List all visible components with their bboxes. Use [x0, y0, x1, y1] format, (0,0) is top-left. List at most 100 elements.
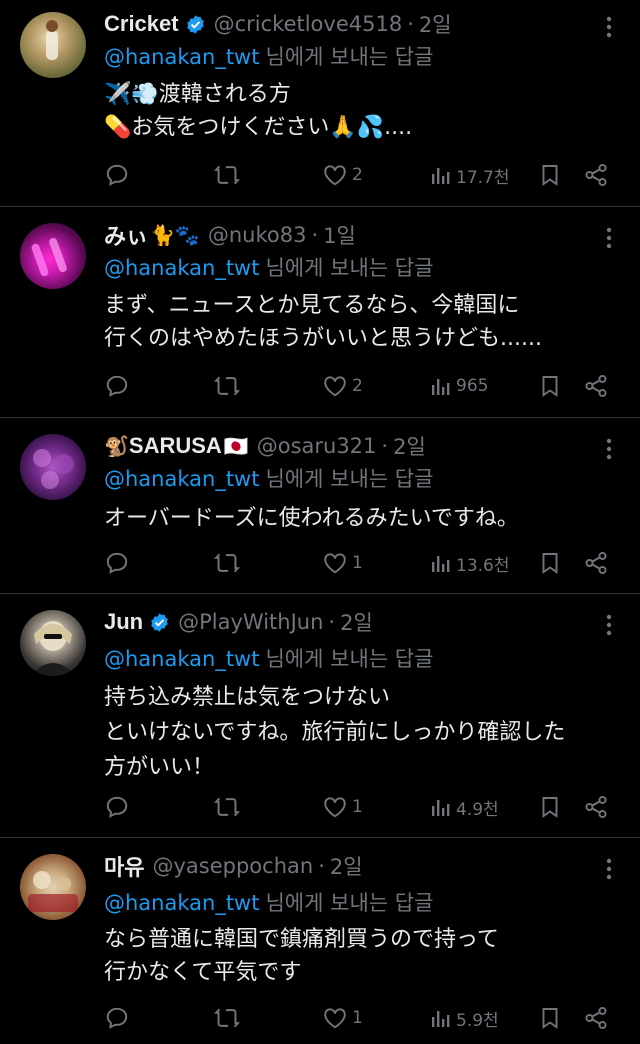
like-button[interactable]: 2: [322, 160, 363, 190]
reply-mention-link[interactable]: @hanakan_twt: [104, 891, 259, 915]
tweet-text-line: ✈️💨渡韓される方: [104, 82, 291, 107]
separator-dot: ·: [407, 12, 414, 36]
repost-button[interactable]: [213, 548, 241, 578]
share-button[interactable]: [583, 792, 609, 822]
tweet[interactable]: 마유 @yaseppochan · 2일 @hanakan_twt 님에게 보내는…: [0, 838, 640, 1044]
user-handle[interactable]: @nuko83: [208, 223, 307, 247]
action-bar: 2 17.7천: [0, 160, 640, 190]
display-name[interactable]: SARUSA: [129, 433, 222, 459]
repost-button[interactable]: [213, 1003, 241, 1033]
user-handle[interactable]: @osaru321: [257, 434, 377, 458]
reply-button[interactable]: [104, 792, 130, 822]
share-button[interactable]: [583, 160, 609, 190]
reply-icon: [106, 375, 128, 397]
reply-button[interactable]: [104, 160, 130, 190]
tweet-text-line: 方がいい！: [104, 755, 215, 780]
timestamp[interactable]: 1일: [323, 220, 356, 250]
bookmark-icon: [542, 165, 558, 186]
tweet[interactable]: Cricket @cricketlove4518 · 2일 @hanakan_t…: [0, 0, 640, 207]
reply-context: @hanakan_twt 님에게 보내는 답글: [104, 41, 433, 71]
display-name[interactable]: Jun: [104, 609, 143, 635]
bookmark-button[interactable]: [538, 1003, 562, 1033]
avatar[interactable]: [20, 854, 86, 920]
timestamp[interactable]: 2일: [393, 431, 426, 461]
avatar-food-icon: [28, 871, 78, 912]
user-handle[interactable]: @yaseppochan: [152, 854, 313, 878]
action-bar: 1 5.9천: [0, 1003, 640, 1033]
separator-dot: ·: [328, 610, 336, 634]
reply-button[interactable]: [104, 371, 130, 401]
more-options-icon[interactable]: [606, 614, 612, 636]
views-button[interactable]: 17.7천: [430, 160, 510, 190]
views-button[interactable]: 965: [430, 371, 488, 401]
avatar-light-icon: [31, 237, 67, 277]
avatar[interactable]: [20, 223, 86, 289]
more-options-icon[interactable]: [606, 858, 612, 880]
reply-suffix: 님에게 보내는 답글: [265, 467, 434, 491]
tweet-header: 🐒 SARUSA 🇯🇵 @osaru321 · 2일: [104, 430, 426, 462]
views-button[interactable]: 13.6천: [430, 548, 510, 578]
bookmark-button[interactable]: [538, 160, 562, 190]
avatar[interactable]: [20, 434, 86, 500]
like-button[interactable]: 2: [322, 371, 363, 401]
share-button[interactable]: [583, 371, 609, 401]
tweet[interactable]: Jun @PlayWithJun · 2일 @hanakan_twt 님에게 보내…: [0, 594, 640, 838]
action-bar: 1 4.9천: [0, 792, 640, 822]
reply-mention-link[interactable]: @hanakan_twt: [104, 647, 259, 671]
display-name[interactable]: みぃ: [104, 219, 148, 251]
tweet-text-line: なら普通に韓国で鎮痛剤買うので持って: [104, 927, 499, 952]
verified-badge-icon: [151, 612, 168, 632]
avatar[interactable]: [20, 610, 86, 676]
like-button[interactable]: 1: [322, 548, 363, 578]
share-icon: [585, 163, 607, 187]
like-button[interactable]: 1: [322, 1003, 363, 1033]
bookmark-button[interactable]: [538, 792, 562, 822]
views-icon: [432, 168, 450, 184]
display-name[interactable]: Cricket: [104, 11, 179, 37]
tweet-header: みぃ 🐈🐾 @nuko83 · 1일: [104, 219, 356, 251]
tweet-text-line: 持ち込み禁止は気をつけない: [104, 685, 391, 710]
share-button[interactable]: [583, 548, 609, 578]
name-emoji-prefix: 🐒: [104, 434, 129, 458]
timestamp[interactable]: 2일: [419, 9, 452, 39]
timestamp[interactable]: 2일: [330, 851, 363, 881]
repost-button[interactable]: [213, 160, 241, 190]
more-options-icon[interactable]: [606, 438, 612, 460]
bookmark-button[interactable]: [538, 548, 562, 578]
more-options-icon[interactable]: [606, 227, 612, 249]
avatar[interactable]: [20, 12, 86, 78]
reply-suffix: 님에게 보내는 답글: [265, 45, 434, 69]
repost-button[interactable]: [213, 371, 241, 401]
more-options-icon[interactable]: [606, 16, 612, 38]
repost-icon: [213, 797, 241, 817]
user-handle[interactable]: @PlayWithJun: [178, 610, 323, 634]
display-name[interactable]: 마유: [104, 850, 144, 882]
tweet-text-line: オーバードーズに使われるみたいですね。: [104, 506, 519, 531]
repost-icon: [213, 165, 241, 185]
tweet-text: 持ち込み禁止は気をつけない といけないですね。旅行前にしっかり確認した 方がいい…: [104, 680, 565, 785]
like-count: 2: [352, 165, 363, 185]
tweet[interactable]: みぃ 🐈🐾 @nuko83 · 1일 @hanakan_twt 님에게 보내는 답…: [0, 207, 640, 418]
bookmark-icon: [542, 376, 558, 397]
bookmark-icon: [542, 1008, 558, 1029]
share-button[interactable]: [583, 1003, 609, 1033]
tweet-text: なら普通に韓国で鎮痛剤買うので持って 行かなくて平気です: [104, 923, 499, 989]
views-button[interactable]: 4.9천: [430, 792, 499, 822]
reply-button[interactable]: [104, 548, 130, 578]
reply-mention-link[interactable]: @hanakan_twt: [104, 45, 259, 69]
user-handle[interactable]: @cricketlove4518: [214, 12, 403, 36]
reply-mention-link[interactable]: @hanakan_twt: [104, 256, 259, 280]
bookmark-button[interactable]: [538, 371, 562, 401]
heart-icon: [324, 376, 346, 397]
like-button[interactable]: 1: [322, 792, 363, 822]
like-count: 1: [352, 1008, 363, 1028]
tweet[interactable]: 🐒 SARUSA 🇯🇵 @osaru321 · 2일 @hanakan_twt 님…: [0, 418, 640, 594]
repost-button[interactable]: [213, 792, 241, 822]
view-count: 13.6천: [456, 555, 510, 576]
views-button[interactable]: 5.9천: [430, 1003, 499, 1033]
reply-mention-link[interactable]: @hanakan_twt: [104, 467, 259, 491]
reply-context: @hanakan_twt 님에게 보내는 답글: [104, 643, 433, 673]
reply-button[interactable]: [104, 1003, 130, 1033]
heart-icon: [324, 797, 346, 818]
timestamp[interactable]: 2일: [340, 607, 373, 637]
